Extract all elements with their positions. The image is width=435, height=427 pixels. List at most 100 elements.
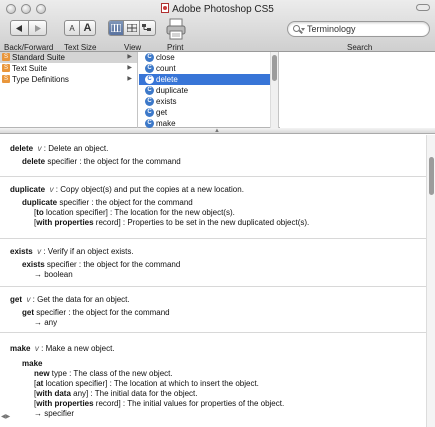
commands-scroll-thumb[interactable] [272, 55, 277, 81]
window-toolbar: Adobe Photoshop CS5 Back/Forward A A Tex… [0, 0, 435, 52]
command-icon: C [145, 64, 154, 73]
print-button[interactable] [166, 18, 186, 42]
command-summary: : Delete an object. [41, 144, 109, 153]
back-button[interactable] [11, 21, 29, 35]
param-key: with data [36, 389, 71, 398]
suites-column: S Standard Suite ▶ S Text Suite ▶ S Type… [0, 52, 138, 128]
command-summary: : Verify if an object exists. [41, 247, 134, 256]
window-title: Adobe Photoshop CS5 [0, 3, 435, 15]
command-label: exists [156, 97, 177, 106]
command-item-exists[interactable]: Cexists [139, 96, 278, 107]
param-text: record] : The initial values for propert… [93, 399, 285, 408]
param-text: specifier : the object for the command [34, 308, 170, 317]
forward-button[interactable] [29, 21, 46, 35]
doc-param: delete specifier : the object for the co… [22, 157, 181, 167]
command-name: make [10, 344, 31, 353]
doc-entry-delete: delete v : Delete an object. delete spec… [0, 135, 426, 177]
suite-item-standard[interactable]: S Standard Suite ▶ [0, 52, 137, 63]
view-hierarchy-button[interactable] [140, 21, 155, 35]
commands-column: Cclose Ccount Cdelete Cduplicate Cexists… [139, 52, 279, 128]
back-forward-control [10, 20, 47, 36]
command-label: duplicate [156, 86, 189, 95]
text-larger-button[interactable]: A [80, 21, 95, 35]
command-name: delete [10, 144, 34, 153]
splitter-grip-icon: ▲ [214, 128, 220, 134]
doc-heading: exists v : Verify if an object exists. [10, 247, 134, 257]
hierarchy-view-icon [142, 24, 152, 31]
back-arrow-icon [15, 24, 22, 32]
doc-entry-get: get v : Get the data for an object. get … [0, 287, 426, 333]
doc-param: exists specifier : the object for the co… [22, 260, 180, 270]
suite-item-type-definitions[interactable]: S Type Definitions ▶ [0, 74, 137, 85]
documentation-pane: delete v : Delete an object. delete spec… [0, 135, 426, 427]
doc-optional-param: [with properties record] : The initial v… [34, 399, 285, 408]
pane-splitter[interactable]: ▲ [0, 128, 435, 134]
view-split-button[interactable] [124, 21, 140, 35]
toolbar-toggle-button[interactable] [416, 4, 430, 11]
doc-entry-exists: exists v : Verify if an object exists. e… [0, 239, 426, 287]
command-item-count[interactable]: Ccount [139, 63, 278, 74]
command-label: get [156, 108, 168, 117]
suite-icon: S [2, 64, 10, 72]
doc-optional-param: [with properties record] : Properties to… [34, 218, 310, 227]
param-text: type : The class of the new object. [49, 369, 173, 378]
param-name: get [22, 308, 34, 317]
doc-param: make [22, 359, 42, 369]
command-item-close[interactable]: Cclose [139, 52, 278, 63]
search-label: Search [347, 43, 373, 52]
doc-entry-make: make v : Make a new object. make new typ… [0, 333, 426, 427]
param-text: location specifier] : The location at wh… [43, 379, 259, 388]
text-size-control: A A [64, 20, 96, 36]
print-label: Print [167, 43, 184, 52]
doc-heading: get v : Get the data for an object. [10, 295, 130, 305]
documentation-scrollbar[interactable] [426, 135, 435, 427]
doc-param: new type : The class of the new object. [34, 369, 173, 379]
command-name: get [10, 295, 22, 304]
command-icon: C [145, 75, 154, 84]
forward-arrow-icon [34, 24, 41, 32]
param-text: any] : The initial data for the object. [70, 389, 198, 398]
suite-label: Type Definitions [12, 75, 69, 84]
param-text: specifier : the object for the command [45, 157, 181, 166]
printer-icon [166, 18, 186, 40]
command-icon: C [145, 53, 154, 62]
view-columns-button[interactable] [109, 21, 125, 35]
disclosure-arrow-icon: ▶ [127, 76, 132, 82]
command-icon: C [145, 119, 154, 128]
commands-scrollbar[interactable] [270, 52, 278, 128]
command-icon: C [145, 86, 154, 95]
search-options-icon[interactable] [301, 28, 305, 31]
command-label: close [156, 53, 175, 62]
doc-result: → specifier [34, 409, 75, 418]
command-name: duplicate [10, 185, 46, 194]
doc-heading: duplicate v : Copy object(s) and put the… [10, 185, 244, 195]
command-item-duplicate[interactable]: Cduplicate [139, 85, 278, 96]
doc-param: duplicate specifier : the object for the… [22, 198, 193, 208]
command-icon: C [145, 108, 154, 117]
text-smaller-button[interactable]: A [65, 21, 81, 35]
command-label: count [156, 64, 176, 73]
command-summary: : Make a new object. [38, 344, 115, 353]
view-control [108, 20, 156, 36]
command-label: delete [156, 75, 178, 84]
split-view-icon [126, 24, 137, 32]
doc-entry-duplicate: duplicate v : Copy object(s) and put the… [0, 177, 426, 239]
documentation-scroll-thumb[interactable] [429, 157, 434, 195]
doc-heading: delete v : Delete an object. [10, 144, 108, 154]
command-item-delete[interactable]: Cdelete [139, 74, 278, 85]
command-summary: : Get the data for an object. [30, 295, 130, 304]
search-input[interactable] [307, 23, 425, 35]
doc-optional-param: [at location specifier] : The location a… [34, 379, 259, 388]
suite-item-text[interactable]: S Text Suite ▶ [0, 63, 137, 74]
command-icon: C [145, 97, 154, 106]
doc-optional-param: [to location specifier] : The location f… [34, 208, 235, 217]
disclosure-arrow-icon: ▶ [127, 54, 132, 60]
suite-label: Standard Suite [12, 53, 65, 62]
doc-result: → any [34, 318, 58, 327]
resize-handle-icon[interactable]: ◀▶ [1, 413, 10, 420]
param-text: location specifier] : The location for t… [43, 208, 235, 217]
suite-label: Text Suite [12, 64, 48, 73]
search-field[interactable] [287, 21, 430, 37]
command-item-get[interactable]: Cget [139, 107, 278, 118]
doc-heading: make v : Make a new object. [10, 344, 115, 354]
